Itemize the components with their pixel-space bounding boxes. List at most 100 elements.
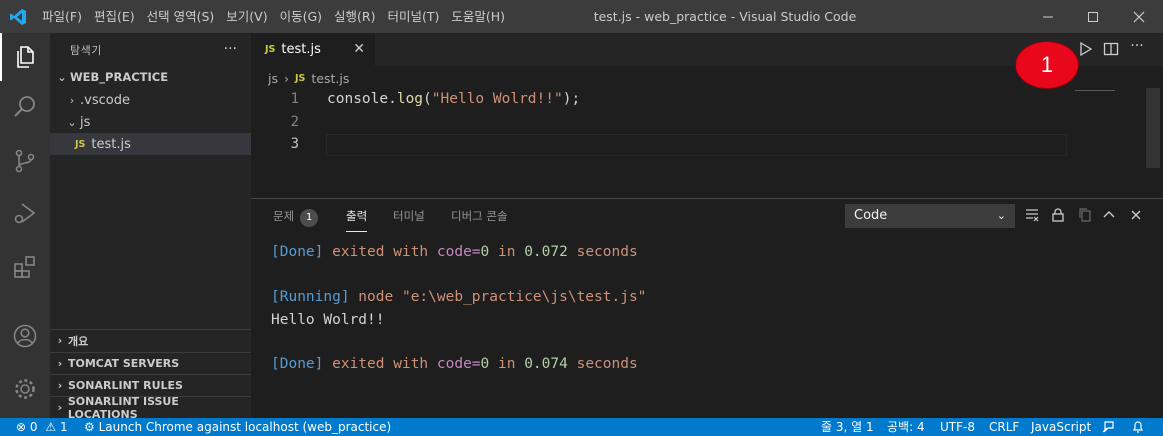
- search-icon: [14, 96, 35, 117]
- close-tab-icon[interactable]: ✕: [353, 41, 365, 57]
- output-channel-select[interactable]: Code ⌄: [845, 204, 1015, 228]
- workspace-root[interactable]: ⌄ WEB_PRACTICE: [50, 66, 251, 88]
- indentation-status[interactable]: 공백: 4: [887, 418, 925, 436]
- search-button[interactable]: [0, 83, 50, 131]
- tree-item-label: js: [80, 114, 91, 130]
- menu-run[interactable]: 실행(R): [328, 0, 381, 33]
- close-window-button[interactable]: [1116, 0, 1162, 33]
- chevron-right-icon: ›: [69, 93, 75, 107]
- menu-view[interactable]: 보기(V): [220, 0, 273, 33]
- title-bar: 파일(F) 편집(E) 선택 영역(S) 보기(V) 이동(G) 실행(R) 터…: [0, 0, 1163, 33]
- chevron-down-icon: ⌄: [57, 70, 67, 84]
- lock-scroll-button[interactable]: [1048, 205, 1068, 225]
- line-number: 1: [290, 91, 299, 107]
- tab-debug-console[interactable]: 디버그 콘솔: [451, 199, 508, 232]
- language-mode-status[interactable]: JavaScript: [1031, 418, 1091, 436]
- chevron-right-icon: ›: [57, 379, 63, 392]
- breadcrumb-item-js[interactable]: js: [268, 71, 278, 86]
- output-token: in: [489, 356, 525, 372]
- run-debug-button[interactable]: [0, 189, 50, 237]
- files-icon: [17, 46, 34, 68]
- section-tomcat-servers[interactable]: › TOMCAT SERVERS: [50, 352, 251, 374]
- split-editor-icon: [1103, 42, 1119, 56]
- chevron-right-icon: ›: [284, 70, 289, 86]
- clear-output-button[interactable]: [1022, 205, 1042, 225]
- feedback-icon: [1102, 421, 1114, 433]
- menu-file[interactable]: 파일(F): [36, 0, 88, 33]
- channel-value: Code: [854, 208, 888, 223]
- output-token: "e:\web_practice\js\test.js": [401, 289, 647, 305]
- output-token: 0.072: [524, 244, 568, 260]
- section-sonarlint-rules[interactable]: › SONARLINT RULES: [50, 374, 251, 396]
- split-editor-button[interactable]: [1102, 40, 1120, 58]
- output-token: exited: [323, 244, 394, 260]
- output-token: exited: [323, 356, 394, 372]
- encoding-status[interactable]: UTF-8: [940, 418, 975, 436]
- maximize-panel-button[interactable]: [1099, 205, 1119, 225]
- warning-count: 1: [59, 420, 68, 434]
- minimap[interactable]: [1075, 90, 1115, 91]
- debug-launch-icon: ⚙: [84, 420, 95, 434]
- line-number: 2: [290, 114, 299, 130]
- maximize-button[interactable]: [1070, 0, 1116, 33]
- notifications-button[interactable]: [1131, 418, 1145, 436]
- more-actions-icon[interactable]: ···: [1128, 38, 1146, 56]
- output-token: code=: [428, 356, 481, 372]
- menu-go[interactable]: 이동(G): [274, 0, 328, 33]
- more-actions-icon[interactable]: ···: [224, 41, 237, 57]
- output-line: [Done] exited with code=0 in 0.074 secon…: [271, 356, 638, 372]
- current-line-highlight: [326, 134, 1067, 156]
- output-token: in: [489, 244, 525, 260]
- manage-button[interactable]: [0, 365, 50, 413]
- output-line: Hello Wolrd!!: [271, 312, 385, 328]
- extensions-button[interactable]: [0, 243, 50, 291]
- menu-selection[interactable]: 선택 영역(S): [141, 0, 221, 33]
- source-control-button[interactable]: [0, 137, 50, 185]
- accounts-button[interactable]: [0, 312, 50, 360]
- feedback-button[interactable]: [1101, 418, 1115, 436]
- workspace-root-label: WEB_PRACTICE: [70, 70, 169, 84]
- cursor-position-status[interactable]: 줄 3, 열 1: [821, 418, 874, 436]
- launch-config-label: Launch Chrome against localhost (web_pra…: [98, 420, 392, 434]
- chevron-right-icon: ›: [57, 401, 63, 414]
- code-editor[interactable]: 1 2 3 console.log("Hello Wolrd!!");: [251, 88, 1163, 198]
- eol-status[interactable]: CRLF: [989, 418, 1019, 436]
- warning-icon: ⚠: [45, 420, 57, 434]
- minimize-button[interactable]: [1025, 0, 1071, 33]
- output-token: [Running]: [271, 289, 350, 305]
- js-file-icon: JS: [295, 72, 306, 84]
- editor-scrollbar[interactable]: [1146, 88, 1160, 168]
- code-token: log: [396, 91, 424, 107]
- explorer-button[interactable]: [0, 33, 50, 81]
- breadcrumb: js › JS test.js: [268, 68, 349, 88]
- close-icon: [1131, 210, 1141, 220]
- error-count: 0: [29, 420, 38, 434]
- account-icon: [13, 324, 37, 348]
- section-label: 개요: [68, 334, 89, 348]
- tree-item-test-js[interactable]: JS test.js: [50, 133, 251, 155]
- activity-bar: [0, 33, 50, 418]
- tree-item-vscode[interactable]: › .vscode: [50, 89, 251, 111]
- breadcrumb-item-file[interactable]: test.js: [311, 71, 349, 86]
- output-token: seconds: [567, 356, 638, 372]
- menu-help[interactable]: 도움말(H): [445, 0, 511, 33]
- tab-terminal[interactable]: 터미널: [393, 199, 425, 232]
- tree-item-js[interactable]: ⌄ js: [50, 111, 251, 133]
- status-bar: ⊗ 0 ⚠ 1 ⚙ Launch Chrome against localhos…: [0, 418, 1163, 436]
- play-icon: [1080, 41, 1093, 57]
- chevron-down-icon: ⌄: [996, 209, 1006, 222]
- section-sonarlint-issue-locations[interactable]: › SONARLINT ISSUE LOCATIONS: [50, 395, 251, 421]
- menu-terminal[interactable]: 터미널(T): [382, 0, 446, 33]
- tab-output[interactable]: 출력: [346, 199, 368, 232]
- launch-config-status[interactable]: ⚙ Launch Chrome against localhost (web_p…: [84, 418, 391, 436]
- run-code-button[interactable]: [1076, 40, 1094, 58]
- open-log-button[interactable]: [1075, 205, 1095, 225]
- problems-status[interactable]: ⊗ 0 ⚠ 1: [16, 418, 68, 436]
- tab-problems[interactable]: 문제 1: [273, 199, 319, 232]
- menu-edit[interactable]: 편집(E): [88, 0, 141, 33]
- close-panel-button[interactable]: [1126, 205, 1146, 225]
- window-title: test.js - web_practice - Visual Studio C…: [593, 9, 857, 24]
- tab-test-js[interactable]: JS test.js ✕: [251, 33, 375, 66]
- code-token: .: [388, 91, 397, 107]
- section-outline[interactable]: › 개요: [50, 329, 251, 351]
